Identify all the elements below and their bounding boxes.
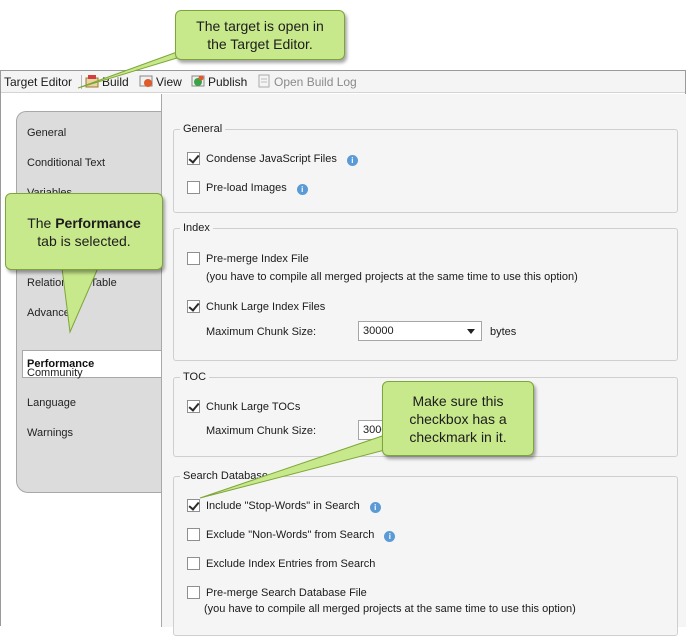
- callout-checkbox-note: Make sure this checkbox has a checkmark …: [382, 381, 534, 456]
- callout-performance-tab: The Performance tab is selected.: [5, 193, 163, 270]
- callout-target-open-line2: the Target Editor.: [207, 36, 313, 52]
- callout-target-open-line1: The target is open in: [196, 18, 324, 34]
- callout-performance-line1: The Performance: [6, 214, 162, 232]
- callout-pointer-checkbox: [199, 431, 410, 499]
- callout-checkbox-line1: Make sure this: [412, 393, 504, 409]
- callout-performance-pre: The: [27, 215, 56, 231]
- callout-checkbox-line2: checkbox has a: [409, 411, 507, 427]
- callout-checkbox-line3: checkmark in it.: [409, 429, 507, 445]
- callout-pointer-performance: [61, 267, 99, 334]
- callout-performance-bold: Performance: [55, 215, 141, 231]
- callout-performance-line2: tab is selected.: [37, 233, 131, 249]
- callout-pointers: [61, 47, 410, 499]
- callout-target-open: The target is open in the Target Editor.: [175, 10, 345, 60]
